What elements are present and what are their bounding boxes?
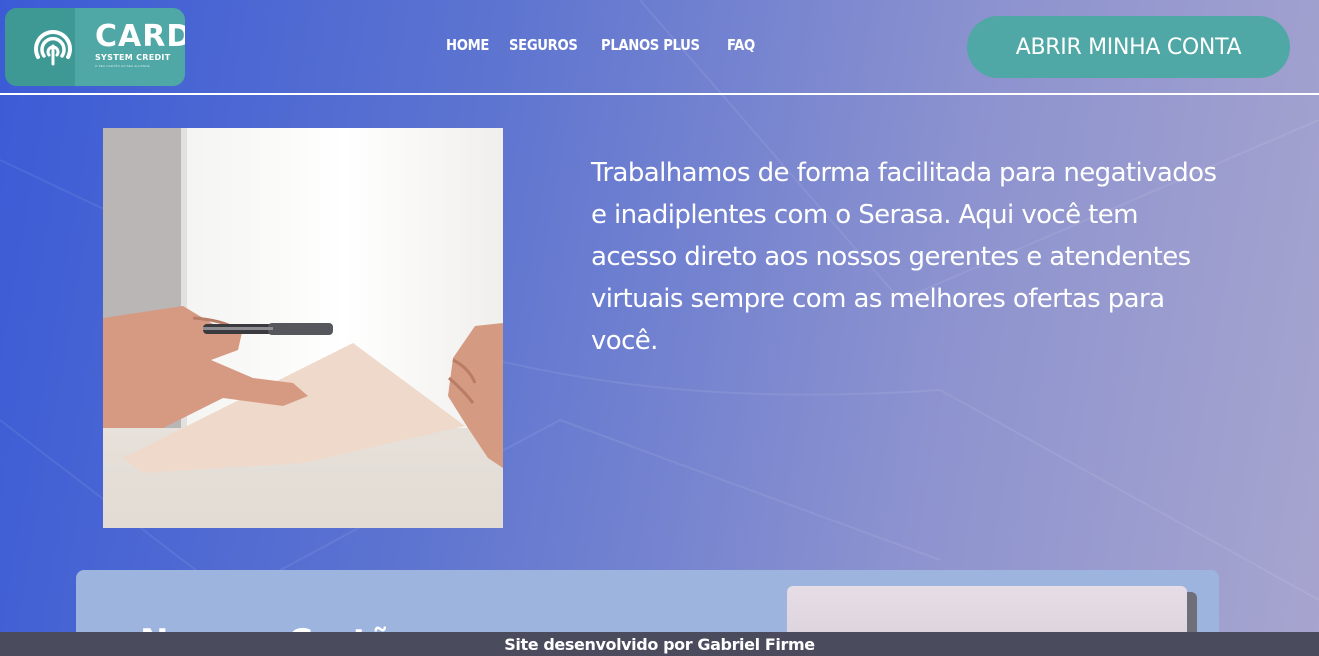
hero-text: Trabalhamos de forma facilitada para neg… [591,158,1217,356]
nav-link-planos-plus[interactable]: PLANOS PLUS [601,36,700,54]
nav-link-seguros[interactable]: SEGUROS [509,36,578,54]
open-account-button[interactable]: ABRIR MINHA CONTA [967,16,1290,78]
site-header: CARD SYSTEM CREDIT O SEU CARTÃO AO SEU A… [0,0,1319,95]
main-nav: HOME SEGUROS PLANOS PLUS FAQ [446,36,759,54]
handshake-contract-photo [103,128,503,528]
logo-subtitle: SYSTEM CREDIT [95,53,171,62]
nav-link-home[interactable]: HOME [446,36,489,54]
logo-tagline: O SEU CARTÃO AO SEU ALCANCE [95,64,150,68]
logo[interactable]: CARD SYSTEM CREDIT O SEU CARTÃO AO SEU A… [5,8,185,86]
nav-link-faq[interactable]: FAQ [727,36,755,54]
footer-credit: Site desenvolvido por Gabriel Firme [0,632,1319,656]
fingerprint-icon [34,30,72,66]
logo-brand: CARD [95,19,185,54]
